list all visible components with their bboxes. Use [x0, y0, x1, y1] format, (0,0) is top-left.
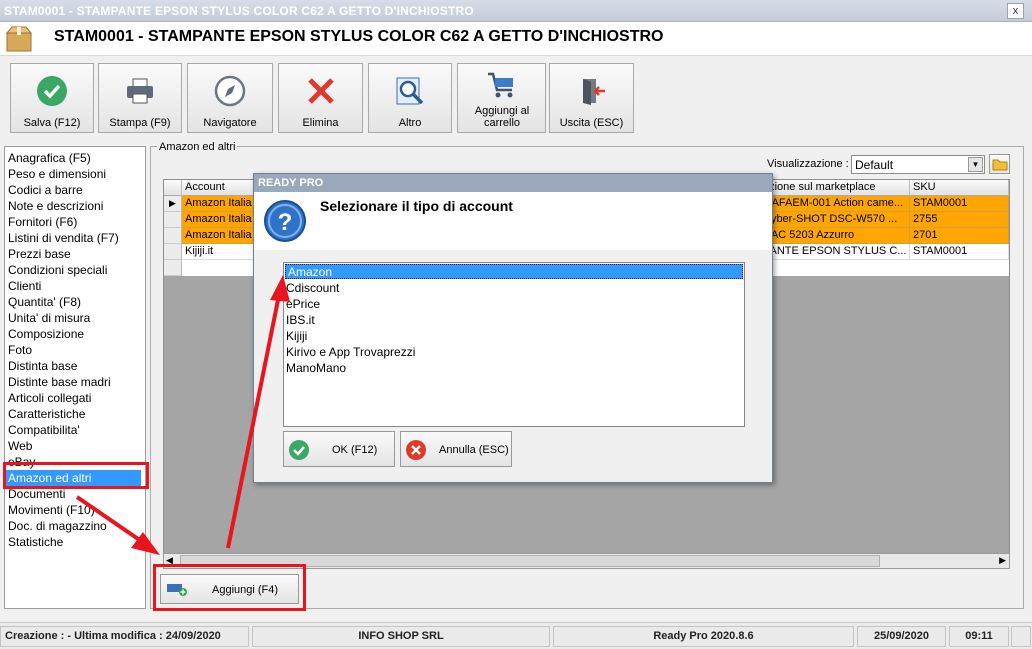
panel-caption: Amazon ed altri — [157, 141, 238, 153]
dialog-title: READY PRO — [254, 174, 772, 192]
delete-button[interactable]: Elimina — [278, 63, 363, 133]
status-version: Ready Pro 2020.8.6 — [553, 626, 854, 647]
account-type-dialog: READY PRO ? Selezionare il tipo di accou… — [253, 173, 773, 483]
status-date: 25/09/2020 — [857, 626, 946, 647]
sidebar-item-caratteristiche[interactable]: Caratteristiche — [5, 406, 145, 422]
sidebar-item-distinte-madri[interactable]: Distinte base madri — [5, 374, 145, 390]
open-folder-button[interactable] — [989, 154, 1010, 174]
sidebar-nav: Anagrafica (F5) Peso e dimensioni Codici… — [4, 146, 146, 609]
compass-icon — [214, 75, 246, 107]
status-company: INFO SHOP SRL — [252, 626, 550, 647]
delete-x-icon — [307, 78, 334, 104]
list-item-ibs[interactable]: IBS.it — [284, 312, 744, 328]
dialog-prompt: Selezionare il tipo di account — [320, 198, 513, 214]
cancel-icon — [406, 440, 426, 460]
sidebar-item-clienti[interactable]: Clienti — [5, 278, 145, 294]
page-header: STAM0001 - STAMPANTE EPSON STYLUS COLOR … — [0, 22, 1032, 56]
highlight-box-add-button — [153, 564, 306, 611]
resize-grip[interactable] — [1011, 626, 1031, 647]
sidebar-item-distinta-base[interactable]: Distinta base — [5, 358, 145, 374]
cart-icon — [487, 72, 513, 98]
list-item-kijiji[interactable]: Kijiji — [284, 328, 744, 344]
row-indicator: ▶ — [164, 196, 182, 212]
sidebar-item-peso-dimensioni[interactable]: Peso e dimensioni — [5, 166, 145, 182]
exit-button[interactable]: Uscita (ESC) — [549, 63, 634, 133]
navigator-button[interactable]: Navigatore — [187, 63, 273, 133]
status-bar: Creazione : - Ultima modifica : 24/09/20… — [0, 622, 1032, 649]
view-select[interactable]: Default ▼ — [851, 155, 985, 174]
sidebar-item-note[interactable]: Note e descrizioni — [5, 198, 145, 214]
sidebar-item-composizione[interactable]: Composizione — [5, 326, 145, 342]
window-titlebar: STAM0001 - STAMPANTE EPSON STYLUS COLOR … — [0, 0, 1032, 22]
exit-door-icon — [582, 79, 605, 105]
check-icon — [289, 440, 309, 460]
sidebar-item-condizioni[interactable]: Condizioni speciali — [5, 262, 145, 278]
question-icon: ? — [264, 200, 306, 242]
sidebar-item-foto[interactable]: Foto — [5, 342, 145, 358]
sidebar-item-doc-magazzino[interactable]: Doc. di magazzino — [5, 518, 145, 534]
list-item-manomano[interactable]: ManoMano — [284, 360, 744, 376]
status-time: 09:11 — [949, 626, 1009, 647]
sidebar-item-quantita[interactable]: Quantita' (F8) — [5, 294, 145, 310]
chevron-down-icon[interactable]: ▼ — [968, 157, 983, 172]
sidebar-item-articoli-collegati[interactable]: Articoli collegati — [5, 390, 145, 406]
svg-text:?: ? — [278, 209, 293, 236]
column-header-account[interactable]: Account — [182, 180, 262, 196]
page-title: STAM0001 - STAMPANTE EPSON STYLUS COLOR … — [54, 28, 664, 45]
add-to-cart-button[interactable]: Aggiungi al carrello — [457, 63, 546, 133]
sidebar-item-fornitori[interactable]: Fornitori (F6) — [5, 214, 145, 230]
sidebar-item-statistiche[interactable]: Statistiche — [5, 534, 145, 550]
print-button[interactable]: Stampa (F9) — [98, 63, 182, 133]
sidebar-item-anagrafica[interactable]: Anagrafica (F5) — [5, 150, 145, 166]
cancel-button[interactable]: Annulla (ESC) — [400, 431, 512, 467]
magnifier-icon — [396, 77, 424, 105]
more-button[interactable]: Altro — [368, 63, 452, 133]
list-item-cdiscount[interactable]: Cdiscount — [284, 280, 744, 296]
ok-button[interactable]: OK (F12) — [283, 431, 395, 467]
scroll-right-icon[interactable]: ▶ — [999, 555, 1006, 566]
column-header-description[interactable]: rizione sul marketplace — [760, 180, 910, 196]
sidebar-item-prezzi-base[interactable]: Prezzi base — [5, 246, 145, 262]
sidebar-item-movimenti[interactable]: Movimenti (F10) — [5, 502, 145, 518]
window-title: STAM0001 - STAMPANTE EPSON STYLUS COLOR … — [4, 4, 474, 18]
status-created: Creazione : - Ultima modifica : 24/09/20… — [0, 626, 249, 647]
check-icon — [37, 76, 67, 106]
highlight-box-sidebar — [3, 462, 149, 489]
sidebar-item-web[interactable]: Web — [5, 438, 145, 454]
sidebar-item-listini[interactable]: Listini di vendita (F7) — [5, 230, 145, 246]
view-label: Visualizzazione : — [767, 158, 849, 170]
printer-icon — [127, 78, 153, 104]
sidebar-item-compatibilita[interactable]: Compatibilita' — [5, 422, 145, 438]
list-item-eprice[interactable]: ePrice — [284, 296, 744, 312]
account-type-list[interactable]: Amazon Cdiscount ePrice IBS.it Kijiji Ki… — [283, 262, 745, 427]
sidebar-item-codici-barre[interactable]: Codici a barre — [5, 182, 145, 198]
folder-icon — [992, 159, 1008, 171]
save-button[interactable]: Salva (F12) — [10, 63, 94, 133]
close-window-button[interactable]: x — [1007, 3, 1024, 19]
product-box-icon — [5, 26, 33, 52]
list-item-amazon[interactable]: Amazon — [285, 264, 743, 279]
list-item-kirivo[interactable]: Kirivo e App Trovaprezzi — [284, 344, 744, 360]
sidebar-item-unita-misura[interactable]: Unita' di misura — [5, 310, 145, 326]
column-header-sku[interactable]: SKU — [910, 180, 1009, 196]
